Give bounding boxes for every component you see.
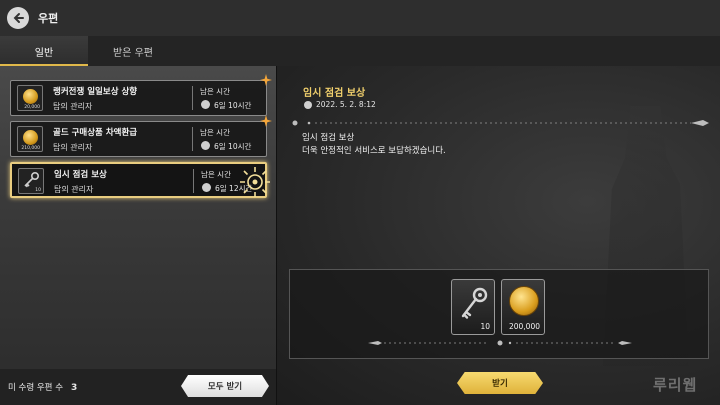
mail-thumbnail: 210,000 [17, 126, 43, 152]
mail-date: 2022. 5. 2. 8:12 [316, 100, 376, 109]
tab-received-mail[interactable]: 받은 우편 [88, 36, 178, 66]
unread-count: 3 [71, 383, 78, 393]
new-sparkle-icon [260, 115, 272, 127]
gold-coin-icon [23, 130, 38, 145]
mail-sender: 탑의 관리자 [54, 185, 94, 194]
mail-title: 임시 점검 보상 [54, 170, 107, 180]
gold-coin-icon [23, 89, 38, 104]
clock-icon [304, 101, 312, 109]
divider [192, 86, 193, 110]
thumbnail-quantity: 20,000 [24, 105, 40, 110]
reward-item[interactable]: 200,000 [501, 279, 545, 335]
hourglass-icon [201, 141, 210, 150]
tab-general[interactable]: 일반 [0, 36, 88, 66]
thumbnail-quantity: 10 [35, 188, 41, 193]
mail-thumbnail: 20,000 [17, 85, 43, 111]
tab-bar: 일반 받은 우편 [0, 36, 720, 66]
receive-button[interactable]: 받기 [457, 372, 543, 394]
gold-coin-icon [509, 286, 539, 316]
mail-title: 골드 구매상품 차액환급 [53, 128, 138, 138]
page-title: 우편 [38, 12, 59, 25]
remaining-time-label: 남은 시간 [201, 170, 231, 179]
key-icon [461, 287, 488, 319]
hourglass-icon [202, 183, 211, 192]
thumbnail-quantity: 210,000 [21, 146, 40, 151]
reward-quantity: 10 [480, 322, 490, 331]
reward-box: 10 200,000 [289, 269, 709, 359]
mail-item-selected[interactable]: 10 임시 점검 보상 탑의 관리자 남은 시간 6일 12시간 [10, 162, 270, 198]
remaining-time-value: 6일 10시간 [214, 142, 252, 151]
mail-detail-panel: 임시 점검 보상 2022. 5. 2. 8:12 임시 점검 보상 더욱 안정… [276, 66, 720, 405]
unread-mail-count: 미 수령 우편 수 3 [8, 381, 77, 393]
hourglass-icon [201, 100, 210, 109]
mail-item[interactable]: 210,000 골드 구매상품 차액환급 탑의 관리자 남은 시간 6일 10시… [10, 115, 272, 157]
mail-body: 임시 점검 보상 더욱 안정적인 서비스로 보답하겠습니다. [302, 133, 446, 156]
mail-thumbnail: 10 [18, 168, 44, 194]
reward-item[interactable]: 10 [451, 279, 495, 335]
unread-label: 미 수령 우편 수 [8, 383, 64, 393]
detail-title: 임시 점검 보상 [303, 88, 366, 99]
mail-list-panel: 20,000 랭커전쟁 일일보상 상향 탑의 관리자 남은 시간 6일 10시간… [0, 66, 276, 405]
remaining-time-label: 남은 시간 [200, 87, 230, 96]
key-icon [24, 171, 40, 188]
back-button[interactable] [7, 7, 29, 29]
receive-all-button[interactable]: 모두 받기 [181, 375, 269, 397]
back-arrow-icon [13, 13, 24, 23]
new-sparkle-icon [260, 74, 272, 86]
mail-title: 랭커전쟁 일일보상 상향 [53, 87, 138, 97]
mail-list-footer: 미 수령 우편 수 3 모두 받기 [0, 369, 276, 405]
top-bar: 우편 [0, 0, 720, 36]
remaining-time-label: 남은 시간 [200, 128, 230, 137]
reward-quantity: 200,000 [508, 322, 540, 331]
watermark: 루리웹 [653, 376, 698, 394]
mail-item[interactable]: 20,000 랭커전쟁 일일보상 상향 탑의 관리자 남은 시간 6일 10시간 [10, 74, 272, 116]
remaining-time-value: 6일 10시간 [214, 101, 252, 110]
divider [193, 169, 194, 193]
ornament-divider [368, 340, 632, 346]
divider [192, 127, 193, 151]
selected-sun-icon [240, 167, 270, 197]
ornament-divider [292, 120, 709, 126]
mail-sender: 탑의 관리자 [53, 143, 93, 152]
mail-sender: 탑의 관리자 [53, 102, 93, 111]
